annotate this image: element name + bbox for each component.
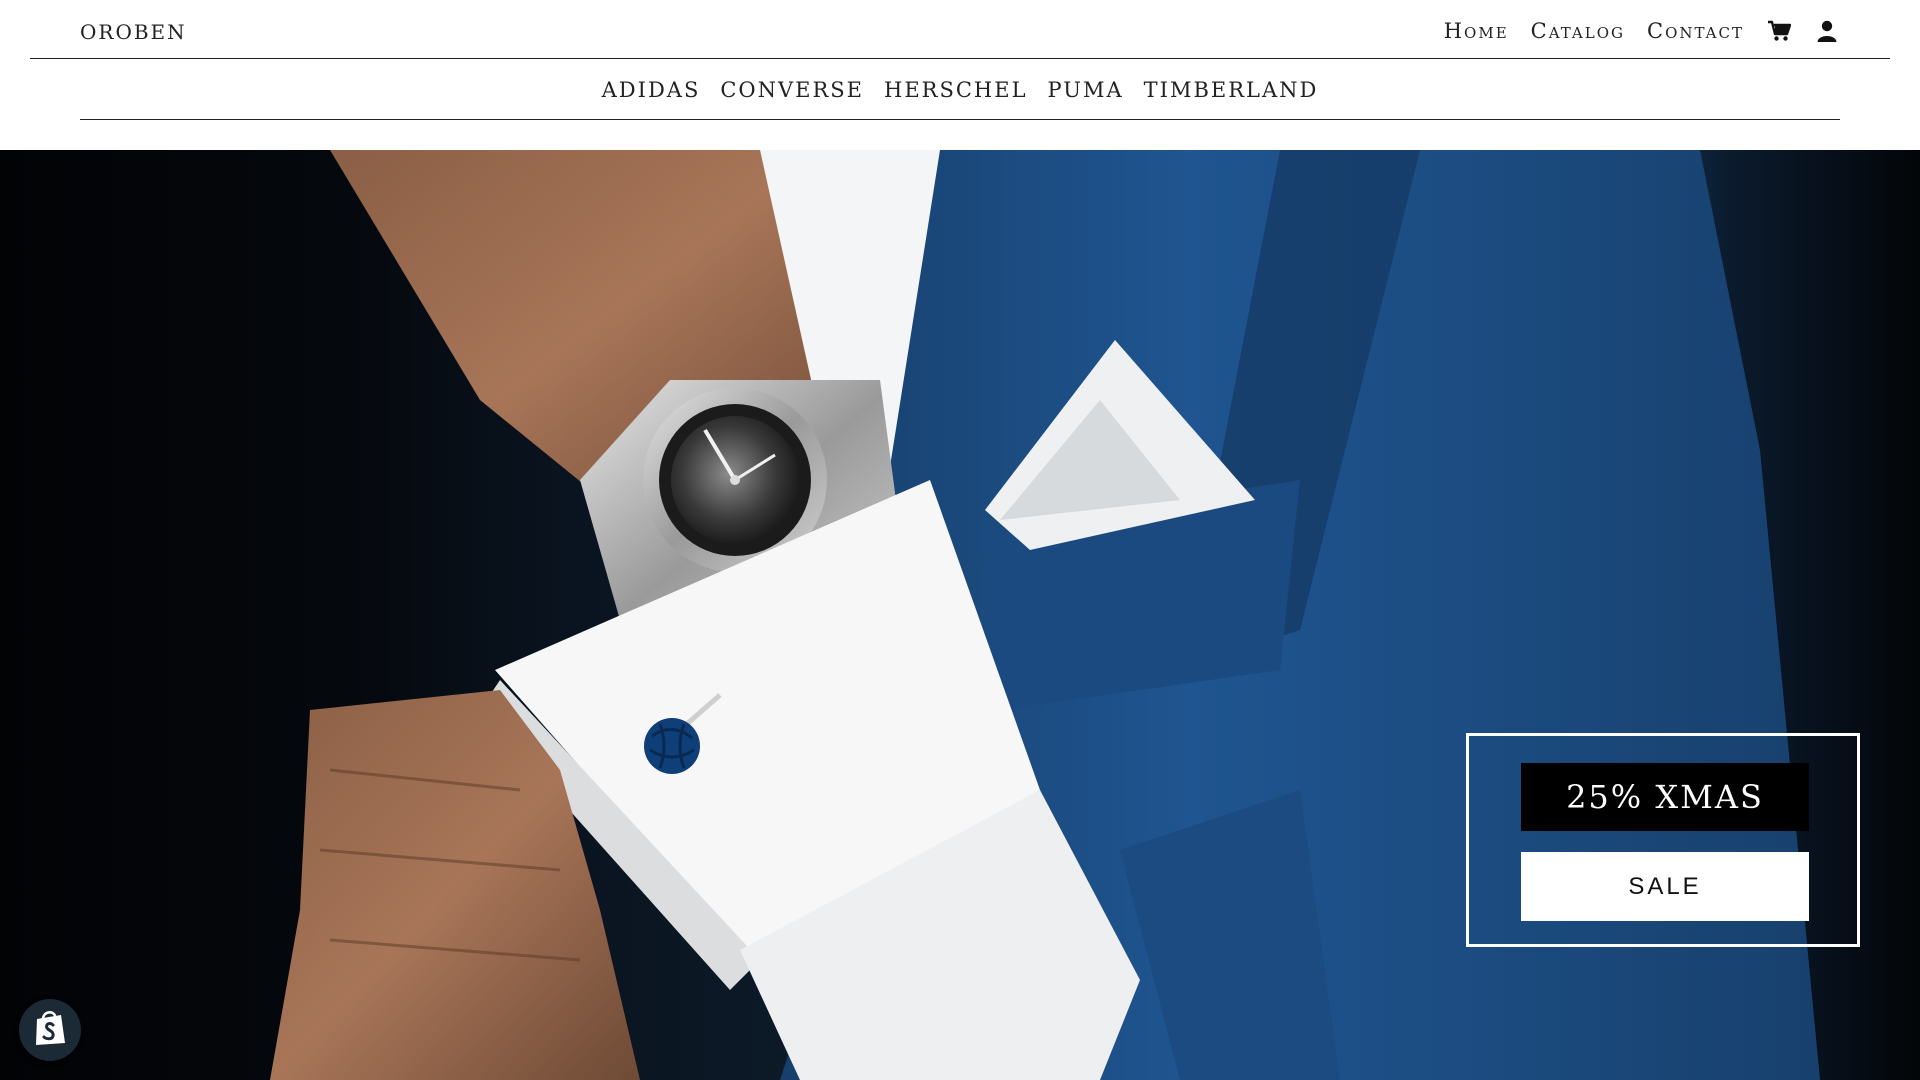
brand-logo[interactable]: OROBEN <box>80 20 187 44</box>
cart-icon[interactable] <box>1766 18 1792 44</box>
nav-home[interactable]: Home <box>1444 19 1509 43</box>
brand-nav-item-puma[interactable]: PUMA <box>1048 78 1124 102</box>
brand-nav-item-herschel[interactable]: HERSCHEL <box>884 78 1028 102</box>
account-icon[interactable] <box>1814 18 1840 44</box>
main-nav: Home Catalog Contact <box>1444 18 1840 44</box>
brand-nav-item-adidas[interactable]: ADIDAS <box>602 78 701 102</box>
site-header: OROBEN Home Catalog Contact <box>30 0 1890 59</box>
shopify-bag-icon <box>33 1009 67 1051</box>
nav-contact[interactable]: Contact <box>1647 19 1744 43</box>
sale-button[interactable]: SALE <box>1521 852 1809 921</box>
brand-nav-item-timberland[interactable]: TIMBERLAND <box>1144 78 1319 102</box>
nav-catalog[interactable]: Catalog <box>1531 19 1625 43</box>
brand-nav: ADIDAS CONVERSE HERSCHEL PUMA TIMBERLAND <box>80 60 1840 120</box>
promo-title: 25% XMAS <box>1521 763 1809 831</box>
page: OROBEN Home Catalog Contact ADIDAS CONVE… <box>0 0 1920 1080</box>
shopify-badge[interactable] <box>19 999 81 1061</box>
promo-box: 25% XMAS SALE <box>1466 733 1860 947</box>
brand-nav-item-converse[interactable]: CONVERSE <box>720 78 864 102</box>
hero-banner: 25% XMAS SALE <box>0 150 1920 1080</box>
